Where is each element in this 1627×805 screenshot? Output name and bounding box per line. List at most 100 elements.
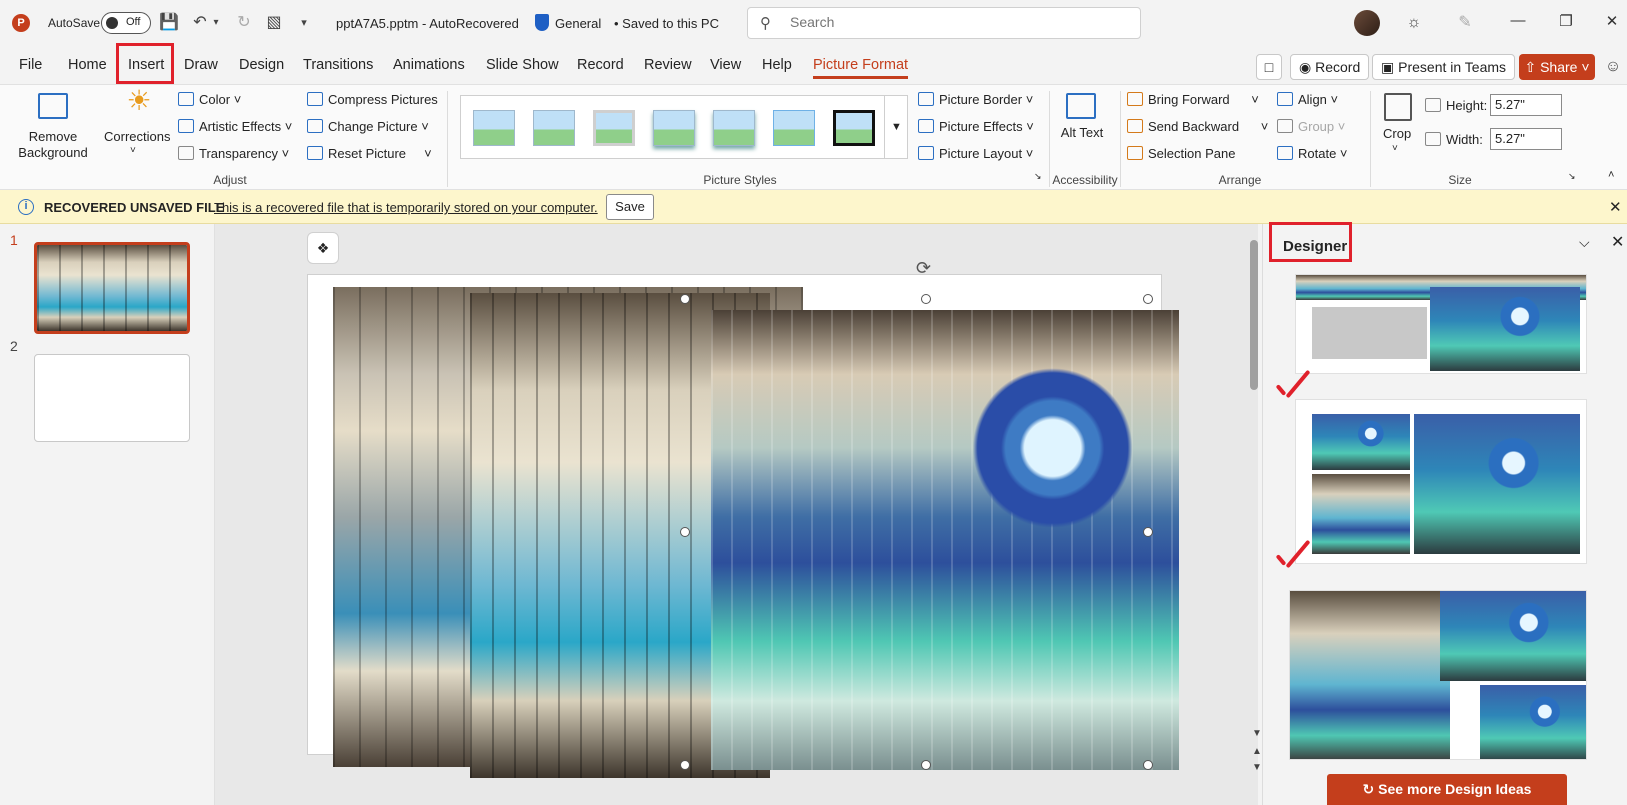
chevron-down-icon[interactable]: ˅ xyxy=(130,145,136,156)
compress-label: Compress Pictures xyxy=(328,92,438,107)
style-thumb[interactable] xyxy=(533,110,575,146)
comments-button[interactable]: □ xyxy=(1256,54,1282,80)
align-button[interactable]: Align ˅ xyxy=(1277,92,1338,107)
artistic-effects-button[interactable]: Artistic Effects ˅ xyxy=(178,119,292,134)
resize-handle[interactable] xyxy=(1143,294,1153,304)
remove-background-button[interactable]: Remove Background xyxy=(18,129,88,161)
resize-handle[interactable] xyxy=(680,294,690,304)
tab-slide-show[interactable]: Slide Show xyxy=(486,57,559,73)
share-button[interactable]: ⇧ Share ˅ xyxy=(1519,54,1595,80)
search-box[interactable]: ⚲ xyxy=(747,7,1141,39)
resize-handle[interactable] xyxy=(680,760,690,770)
resize-handle[interactable] xyxy=(921,760,931,770)
copilot-icon[interactable]: ❖ xyxy=(307,232,339,264)
tab-record[interactable]: Record xyxy=(577,57,624,73)
send-backward-button[interactable]: Send Backward ˅ xyxy=(1127,119,1268,134)
sensitivity-label[interactable]: General xyxy=(555,16,601,31)
style-thumb[interactable] xyxy=(653,110,695,146)
tab-draw[interactable]: Draw xyxy=(184,57,218,73)
slide-thumbnail-2[interactable] xyxy=(34,354,190,442)
tab-view[interactable]: View xyxy=(710,57,741,73)
lightbulb-icon[interactable]: ☼ xyxy=(1404,13,1424,33)
save-icon[interactable]: 💾 xyxy=(159,13,179,33)
alt-text-button[interactable]: Alt Text xyxy=(1060,125,1104,141)
reset-picture-button[interactable]: Reset Picture ˅ xyxy=(307,146,432,161)
close-icon[interactable]: ✕ xyxy=(1600,12,1624,34)
dialog-launcher-icon[interactable]: ↘ xyxy=(1568,171,1576,182)
style-thumb[interactable] xyxy=(473,110,515,146)
resize-handle[interactable] xyxy=(1143,760,1153,770)
design-idea-2[interactable] xyxy=(1295,399,1587,564)
picture-border-button[interactable]: Picture Border ˅ xyxy=(918,92,1033,107)
slide-canvas: ❖ ⟳ xyxy=(215,224,1258,805)
design-idea-3[interactable] xyxy=(1289,590,1587,760)
resize-handle[interactable] xyxy=(680,527,690,537)
selection-pane-button[interactable]: Selection Pane xyxy=(1127,146,1235,161)
transparency-label: Transparency xyxy=(199,146,278,161)
tab-file[interactable]: File xyxy=(19,57,42,73)
width-input[interactable]: 5.27" xyxy=(1490,128,1562,150)
undo-dropdown-icon[interactable]: ▾ xyxy=(206,13,226,33)
rotate-handle-icon[interactable]: ⟳ xyxy=(916,258,931,279)
tab-picture-format[interactable]: Picture Format xyxy=(813,57,909,79)
bring-forward-button[interactable]: Bring Forward ˅ xyxy=(1127,92,1259,107)
tab-design[interactable]: Design xyxy=(239,57,284,73)
height-input[interactable]: 5.27" xyxy=(1490,94,1562,116)
slide[interactable] xyxy=(307,274,1179,778)
picture-effects-button[interactable]: Picture Effects ˅ xyxy=(918,119,1034,134)
picture-styles-gallery[interactable]: ▼ xyxy=(460,95,908,159)
search-input[interactable] xyxy=(790,14,1090,30)
canvas-scrollbar[interactable] xyxy=(1250,230,1258,805)
slide-thumbnail-1[interactable] xyxy=(34,242,190,334)
close-icon[interactable]: ✕ xyxy=(1611,232,1624,252)
redo-icon[interactable]: ↻ xyxy=(234,13,254,33)
save-button[interactable]: Save xyxy=(606,194,654,220)
selection-pane-label: Selection Pane xyxy=(1148,146,1236,161)
resize-handle[interactable] xyxy=(1143,527,1153,537)
transparency-button[interactable]: Transparency ˅ xyxy=(178,146,289,161)
transparency-icon xyxy=(178,146,194,160)
infobar-message-link[interactable]: This is a recovered file that is tempora… xyxy=(214,200,598,215)
collapse-ribbon-icon[interactable]: ˄ xyxy=(1608,169,1614,181)
avatar[interactable] xyxy=(1354,10,1380,36)
close-icon[interactable]: ✕ xyxy=(1609,198,1622,216)
change-picture-button[interactable]: Change Picture ˅ xyxy=(307,119,429,134)
coauthor-icon[interactable]: ☺ xyxy=(1603,57,1623,77)
corrections-button[interactable]: Corrections xyxy=(104,129,170,144)
rotate-button[interactable]: Rotate ˅ xyxy=(1277,146,1348,161)
color-button[interactable]: Color ˅ xyxy=(178,92,241,107)
tab-review[interactable]: Review xyxy=(644,57,692,73)
tab-transitions[interactable]: Transitions xyxy=(303,57,373,73)
crop-button[interactable]: Crop xyxy=(1383,126,1411,141)
present-in-teams-button[interactable]: ▣ Present in Teams xyxy=(1372,54,1516,80)
compress-pictures-button[interactable]: Compress Pictures xyxy=(307,92,438,107)
style-thumb[interactable] xyxy=(593,110,635,146)
tab-animations[interactable]: Animations xyxy=(393,57,465,73)
scrollbar-thumb[interactable] xyxy=(1250,240,1258,390)
pen-icon[interactable]: ✎ xyxy=(1455,13,1475,33)
design-idea-1[interactable] xyxy=(1295,274,1587,374)
dialog-launcher-icon[interactable]: ↘ xyxy=(1034,171,1042,182)
resize-handle[interactable] xyxy=(921,294,931,304)
chevron-down-icon[interactable]: ⌵ xyxy=(1579,234,1590,251)
restore-icon[interactable]: ❐ xyxy=(1554,12,1578,34)
picture-layout-button[interactable]: Picture Layout ˅ xyxy=(918,146,1033,161)
customize-icon[interactable]: ▾ xyxy=(294,13,314,33)
idea-image xyxy=(1440,591,1586,681)
chevron-down-icon[interactable]: ˅ xyxy=(1392,143,1398,154)
present-icon[interactable]: ▧ xyxy=(264,13,284,33)
style-thumb[interactable] xyxy=(833,110,875,146)
gallery-more-icon[interactable]: ▼ xyxy=(884,96,908,158)
style-thumb[interactable] xyxy=(713,110,755,146)
record-button[interactable]: ◉ Record xyxy=(1290,54,1370,80)
tab-home[interactable]: Home xyxy=(68,57,107,73)
office-image-3-selected[interactable] xyxy=(711,310,1179,770)
tab-help[interactable]: Help xyxy=(762,57,792,73)
autosave-toggle[interactable]: Off xyxy=(101,12,151,34)
reset-picture-icon xyxy=(307,146,323,160)
see-more-design-ideas-button[interactable]: ↻ See more Design Ideas xyxy=(1327,774,1567,805)
minimize-icon[interactable]: — xyxy=(1506,12,1530,34)
group-button[interactable]: Group ˅ xyxy=(1277,119,1345,134)
style-thumb[interactable] xyxy=(773,110,815,146)
document-title: pptA7A5.pptm - AutoRecovered xyxy=(336,16,519,31)
